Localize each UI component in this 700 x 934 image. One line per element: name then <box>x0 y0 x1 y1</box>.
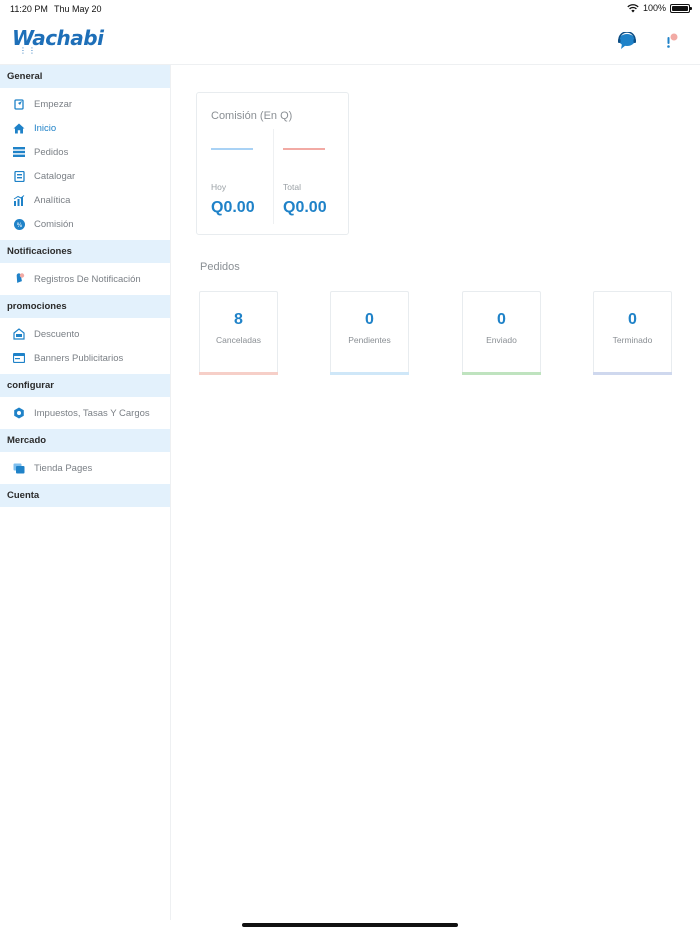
section-mercado: Mercado <box>0 429 170 452</box>
stat-color-bar <box>330 372 409 375</box>
sidebar-item-tienda-pages[interactable]: Tienda Pages <box>0 456 170 480</box>
home-icon <box>13 122 25 134</box>
analytics-icon <box>13 194 25 206</box>
sidebar-item-registros-notificacion[interactable]: Registros De Notificación <box>0 267 170 291</box>
rocket-icon <box>13 98 25 110</box>
sidebar-item-label: Descuento <box>34 328 80 340</box>
stat-card-terminado[interactable]: 0 Terminado <box>593 291 672 375</box>
stat-label: Terminado <box>612 335 653 345</box>
stat-color-bar <box>462 372 541 375</box>
orders-section-title: Pedidos <box>200 261 240 273</box>
sidebar-item-label: Empezar <box>34 98 73 110</box>
status-date: Thu May 20 <box>54 4 102 14</box>
wifi-icon <box>627 4 639 13</box>
sidebar-item-label: Inicio <box>34 122 57 134</box>
stat-label: Canceladas <box>216 335 261 345</box>
today-indicator-line <box>211 148 253 150</box>
sidebar: General Empezar Inicio Pedidos Catalogar… <box>0 65 171 920</box>
stat-label: Enviado <box>486 335 517 345</box>
stat-label: Pendientes <box>348 335 391 345</box>
battery-percent: 100% <box>642 3 666 13</box>
sidebar-item-label: Registros De Notificación <box>34 273 141 285</box>
status-bar: 11:20 PM Thu May 20 100% <box>0 0 700 18</box>
support-chat-icon[interactable] <box>616 30 638 52</box>
catalog-icon <box>13 170 25 182</box>
sidebar-item-label: Impuestos, Tasas Y Cargos <box>34 407 150 419</box>
sidebar-item-empezar[interactable]: Empezar <box>0 92 170 116</box>
stat-color-bar <box>199 372 278 375</box>
stat-card-canceladas[interactable]: 8 Canceladas <box>199 291 278 375</box>
total-value: Q0.00 <box>283 199 327 216</box>
sidebar-item-label: Catalogar <box>34 170 76 182</box>
sidebar-item-label: Banners Publicitarios <box>34 352 124 364</box>
sidebar-item-label: Pedidos <box>34 146 69 158</box>
battery-icon <box>670 3 692 13</box>
svg-text:%: % <box>16 221 22 228</box>
today-value: Q0.00 <box>211 199 255 216</box>
bell-icon <box>13 273 25 285</box>
orders-icon <box>13 146 25 158</box>
pages-icon <box>13 462 25 474</box>
sidebar-item-impuestos[interactable]: Impuestos, Tasas Y Cargos <box>0 401 170 425</box>
user-profile-icon[interactable] <box>660 30 682 52</box>
sidebar-item-banners[interactable]: Banners Publicitarios <box>0 346 170 370</box>
section-general: General <box>0 65 170 88</box>
sidebar-item-label: Analítica <box>34 194 71 206</box>
total-indicator-line <box>283 148 325 150</box>
sidebar-item-inicio[interactable]: Inicio <box>0 116 170 140</box>
status-time: 11:20 PM <box>10 4 48 14</box>
section-configurar: configurar <box>0 374 170 397</box>
today-label: Hoy <box>211 182 227 192</box>
sidebar-item-pedidos[interactable]: Pedidos <box>0 140 170 164</box>
stat-value: 0 <box>628 311 637 328</box>
commission-divider <box>273 129 274 224</box>
commission-title: Comisión (En Q) <box>211 110 293 122</box>
sidebar-item-analitica[interactable]: Analítica <box>0 188 170 212</box>
sidebar-item-comision[interactable]: % Comisión <box>0 212 170 236</box>
stat-value: 0 <box>497 311 506 328</box>
stat-color-bar <box>593 372 672 375</box>
section-promociones: promociones <box>0 295 170 318</box>
sidebar-item-label: Tienda Pages <box>34 462 93 474</box>
stat-value: 0 <box>365 311 374 328</box>
section-cuenta: Cuenta <box>0 484 170 507</box>
stat-card-pendientes[interactable]: 0 Pendientes <box>330 291 409 375</box>
sidebar-item-catalogar[interactable]: Catalogar <box>0 164 170 188</box>
main-content: Comisión (En Q) Hoy Total Q0.00 Q0.00 Pe… <box>172 65 700 920</box>
discount-icon <box>13 328 25 340</box>
home-indicator[interactable] <box>242 923 458 927</box>
sidebar-item-descuento[interactable]: Descuento <box>0 322 170 346</box>
banner-icon <box>13 352 25 364</box>
status-right: 100% <box>627 3 692 13</box>
logo-mark: ⋮⋮ <box>19 46 37 55</box>
app-header: Wachabi ⋮⋮ <box>0 18 700 65</box>
stat-value: 8 <box>234 311 243 328</box>
header-actions <box>616 30 682 52</box>
commission-card: Comisión (En Q) Hoy Total Q0.00 Q0.00 <box>196 92 349 235</box>
total-label: Total <box>283 182 301 192</box>
stat-card-enviado[interactable]: 0 Enviado <box>462 291 541 375</box>
settings-icon <box>13 407 25 419</box>
section-notificaciones: Notificaciones <box>0 240 170 263</box>
percent-icon: % <box>13 218 25 230</box>
sidebar-item-label: Comisión <box>34 218 74 230</box>
